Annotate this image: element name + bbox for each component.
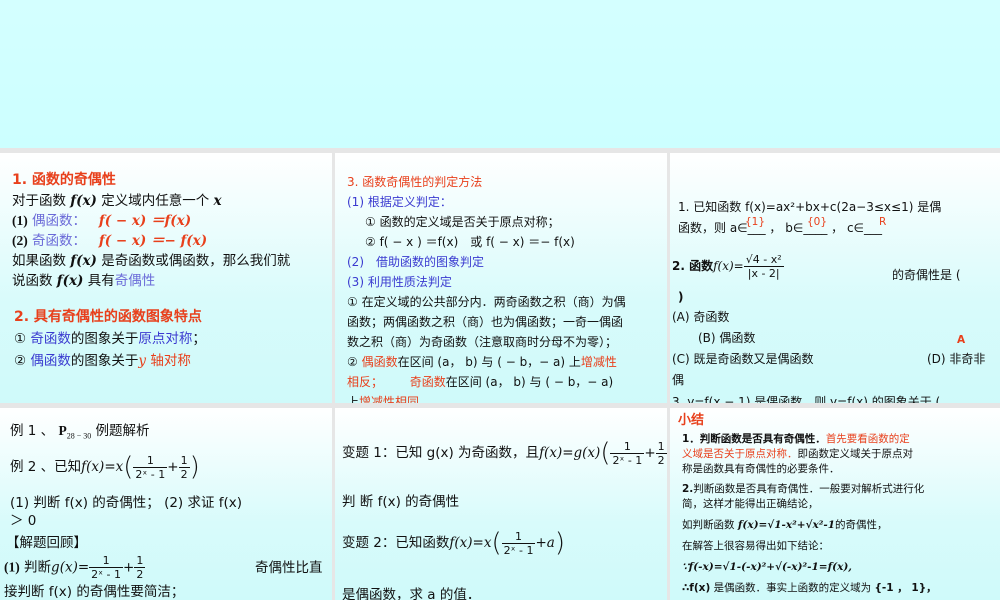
method-1-step-2: ② f( − x ) ＝f(x) 或 f( − x) ＝− f(x) [365, 235, 575, 249]
review-line-tail: 奇偶性比直 [255, 560, 323, 576]
heading: 2. 具有奇偶性的函数图象特点 [14, 309, 202, 325]
summary-line: 在解答上很容易得出如下结论： [682, 540, 829, 552]
title-banner [0, 0, 1000, 148]
question-2-tail: 的奇偶性是 ( [892, 268, 961, 282]
slide-panel-exercises[interactable]: 1. 已知函数 f(x)=ax²+bx+c(2a−3≤x≤1) 是偶 函数，则 … [670, 153, 1000, 403]
rule-line: ① 在定义域的公共部分内．两奇函数之积（商）为偶 [347, 295, 626, 309]
definition-line: 对于函数 f(x) 定义域内任意一个 x [12, 193, 222, 209]
summary-line: ∴f(x) 是偶函数．事实上函数的定义域为 {-1 ， 1}， [682, 582, 937, 594]
summary-line: 1．判断函数是否具有奇偶性．首先要看函数的定 [682, 433, 910, 445]
summary-line: 如判断函数 f(x)=√1-x²+√x²-1的奇偶性， [682, 519, 888, 531]
option-c: (C) 既是奇函数又是偶函数 [672, 352, 814, 366]
summary-line: 2.判断函数是否具有奇偶性．一般要对解析式进行化 [682, 483, 925, 495]
summary-line: 义域是否关于原点对称．即函数定义域关于原点对 [682, 448, 913, 460]
answer-c: R [879, 216, 887, 228]
answer-b: {0} [807, 216, 828, 228]
question-2: 2. 函数f(x)= √4 - x² |x - 2| [672, 253, 784, 280]
review-line: 接判断 f(x) 的奇偶性要简洁； [4, 584, 185, 600]
review-line: (1) 判断g(x)= 1 2ˣ - 1 +1 2 [4, 554, 146, 581]
variant-2: 变题 2：已知函数f(x)=x(1 2ˣ - 1 +a) [342, 528, 565, 558]
variant-2-cont: 是偶函数，求 a 的值． [342, 587, 481, 600]
question-3: 3. y=f(x − 1) 是偶函数，则 y=f(x) 的图象关于 ( [672, 395, 941, 403]
text-line: 如果函数 f(x) 是奇函数或偶函数，那么我们就 [12, 253, 291, 269]
example-2-question: (1) 判断 f(x) 的奇偶性； (2) 求证 f(x) [10, 495, 243, 511]
option-b: (B) 偶函数 [698, 331, 756, 345]
odd-definition: (2) 奇函数： f( − x) ＝− f(x) [12, 233, 208, 249]
rule-line: 函数；两偶函数之积（商）也为偶函数；一奇一偶函 [347, 315, 624, 329]
option-a: (A) 奇函数 [672, 310, 730, 324]
summary-line: 简，这样才能得出正确结论， [682, 498, 819, 510]
rule-line: 数之积（商）为奇函数（注意取商时分母不为零）； [347, 335, 618, 349]
option-d: (D) 非奇非 [927, 352, 986, 366]
example-2: 例 2 、已知f(x)=x(1 2ˣ - 1 +1 2) [10, 452, 200, 482]
slide-panel-examples[interactable]: 例 1 、 P28 − 30 例题解析 例 2 、已知f(x)=x(1 2ˣ - … [0, 408, 332, 600]
question-2-close: ) [678, 290, 684, 304]
summary-title: 小结 [678, 413, 705, 428]
method-2: (2) 借助函数的图象判定 [347, 255, 484, 269]
example-1: 例 1 、 P28 − 30 例题解析 [10, 423, 150, 441]
answer-a: {1} [745, 216, 766, 228]
question-1-blanks: 函数，则 a∈___ ， b∈____ ， c∈___ [678, 221, 883, 235]
odd-graph-property: ① 奇函数的图象关于原点对称； [14, 331, 206, 347]
summary-line: 称是函数具有奇偶性的必要条件． [682, 463, 840, 475]
review-heading: 【解题回顾】 [6, 535, 87, 551]
method-1: (1) 根据定义判定： [347, 195, 452, 209]
even-definition: (1) 偶函数： f( − x) ＝f(x) [12, 213, 192, 229]
option-d-cont: 偶 [672, 373, 685, 387]
even-graph-property: ② 偶函数的图象关于y 轴对称 [14, 353, 191, 369]
heading: 3. 函数奇偶性的判定方法 [347, 175, 483, 189]
slide-panel-variants[interactable]: 变题 1：已知 g(x) 为奇函数，且f(x)=g(x)(12ˣ - 1+12)… [335, 408, 667, 600]
heading: 1. 函数的奇偶性 [12, 172, 116, 188]
slide-panel-summary[interactable]: 小结 1．判断函数是否具有奇偶性．首先要看函数的定 义域是否关于原点对称．即函数… [670, 408, 1000, 600]
variant-1-cont: 判 断 f(x) 的奇偶性 [342, 494, 460, 510]
variant-1: 变题 1：已知 g(x) 为奇函数，且f(x)=g(x)(12ˣ - 1+12) [342, 438, 667, 468]
text-line: 说函数 f(x) 具有奇偶性 [12, 273, 156, 289]
example-2-question-cont: ＞ 0 [10, 513, 37, 529]
method-3: (3) 利用性质法判定 [347, 275, 452, 289]
summary-line: ∵f(-x)=√1-(-x)²+√(-x)²-1=f(x), [682, 561, 852, 573]
answer-2: A [957, 334, 966, 346]
slide-panel-parity-definition[interactable]: 1. 函数的奇偶性 对于函数 f(x) 定义域内任意一个 x (1) 偶函数： … [0, 153, 332, 403]
rule-line: 相反； 奇函数在区间 (a， b) 与 ( − b，− a) [347, 375, 614, 389]
rule-line: ② 偶函数在区间 (a， b) 与 ( − b，− a) 上增减性 [347, 355, 617, 369]
slide-panel-parity-methods[interactable]: 3. 函数奇偶性的判定方法 (1) 根据定义判定： ① 函数的定义域是否关于原点… [335, 153, 667, 403]
method-1-step-1: ① 函数的定义域是否关于原点对称； [365, 215, 560, 229]
rule-line: 上增减性相同 [347, 395, 420, 403]
